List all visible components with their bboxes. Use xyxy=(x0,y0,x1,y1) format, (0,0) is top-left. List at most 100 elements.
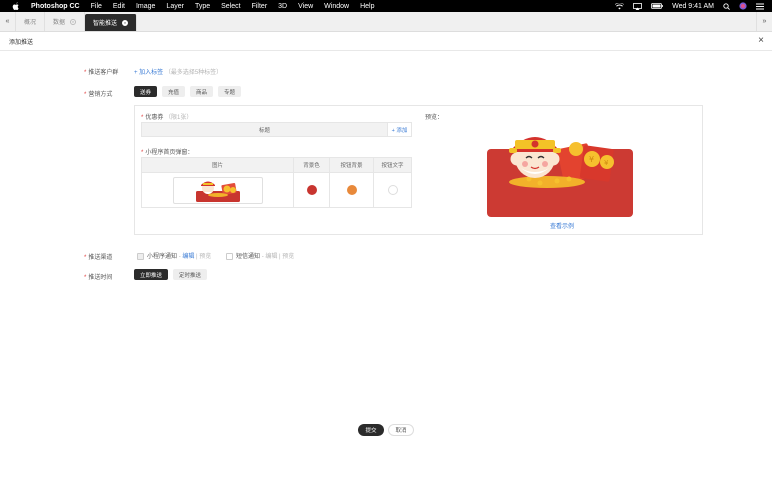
close-icon[interactable]: × xyxy=(70,18,77,25)
marketing-option-coupon[interactable]: 送券 xyxy=(134,86,158,97)
marketing-method-selector: 送券 充值 商品 专题 xyxy=(134,86,242,97)
menu-select[interactable]: Select xyxy=(221,3,240,10)
mini-program-edit-link[interactable]: 编辑 xyxy=(182,254,194,260)
required-marker: * xyxy=(84,255,87,261)
siri-icon[interactable] xyxy=(739,2,747,10)
audience-label-text: 推送客户群 xyxy=(88,70,119,76)
popup-button-bg-cell xyxy=(330,173,374,207)
wifi-icon[interactable] xyxy=(615,2,625,10)
popup-preview-image: ¥ ¥ xyxy=(487,122,635,217)
page-title: 添加推送 xyxy=(9,40,34,46)
popup-col-button-bg: 按钮背景 xyxy=(330,158,374,172)
separator: | xyxy=(279,254,281,260)
svg-text:¥: ¥ xyxy=(589,155,594,164)
bg-color-swatch[interactable] xyxy=(306,185,317,195)
required-marker: * xyxy=(84,70,87,76)
add-coupon-link[interactable]: + 添加 xyxy=(388,123,411,136)
menu-app-name[interactable]: Photoshop CC xyxy=(31,3,80,10)
popup-label-text: 小程序首页弹窗： xyxy=(145,150,194,156)
button-text-color-swatch[interactable] xyxy=(387,185,398,195)
popup-button-text-cell xyxy=(374,173,411,207)
close-icon[interactable]: × xyxy=(758,36,764,46)
required-marker: * xyxy=(141,150,144,156)
tab-scroll-right-icon[interactable]: » xyxy=(756,12,772,31)
audience-hint: （最多选择5种标签） xyxy=(164,70,223,76)
marketing-label: * 营销方式 xyxy=(84,89,112,98)
menu-3d[interactable]: 3D xyxy=(278,3,287,10)
coupon-table: 标题 + 添加 xyxy=(141,122,412,137)
mini-program-preview-link[interactable]: 预览 xyxy=(199,254,211,260)
tab-data[interactable]: 数据 × xyxy=(45,12,86,31)
separator: - xyxy=(261,254,264,260)
mac-menu-bar: Photoshop CC File Edit Image Layer Type … xyxy=(0,0,772,12)
button-bg-color-swatch[interactable] xyxy=(346,185,357,195)
add-tag-link[interactable]: + 加入标签 xyxy=(134,70,163,76)
menu-clock[interactable]: Wed 9:41 AM xyxy=(672,3,714,10)
channel-mini-program: 小程序通知 - 编辑 | 预览 xyxy=(137,251,211,260)
channel-label-text: 推送渠道 xyxy=(88,255,113,261)
apple-icon[interactable] xyxy=(12,1,21,11)
cancel-button[interactable]: 取消 xyxy=(388,424,414,436)
separator: - xyxy=(178,254,181,260)
tab-overview[interactable]: 概况 xyxy=(16,12,46,31)
popup-col-image: 图片 xyxy=(142,158,294,172)
tab-smart-push[interactable]: 智能推送 × xyxy=(85,14,138,31)
svg-text:¥: ¥ xyxy=(604,159,609,167)
menu-help[interactable]: Help xyxy=(360,3,374,10)
tab-strip: « 概况 数据 × 智能推送 × » xyxy=(0,12,772,32)
push-time-selector: 立即推送 定时推送 xyxy=(134,269,208,280)
sms-checkbox[interactable] xyxy=(226,252,233,260)
menu-filter[interactable]: Filter xyxy=(252,3,268,10)
menu-file[interactable]: File xyxy=(91,3,102,10)
popup-table: 图片 背景色 按钮背景 按钮文字 xyxy=(141,157,412,208)
required-marker: * xyxy=(84,92,87,98)
audience-field: + 加入标签 （最多选择5种标签） xyxy=(134,67,222,76)
popup-thumbnail-image xyxy=(195,181,240,202)
marketing-option-topic[interactable]: 专题 xyxy=(218,86,242,97)
time-label-text: 推送时间 xyxy=(88,275,113,281)
mini-program-label: 小程序通知 xyxy=(147,254,178,260)
popup-col-button-text: 按钮文字 xyxy=(381,163,404,169)
menu-layer[interactable]: Layer xyxy=(166,3,184,10)
sms-preview-link[interactable]: 预览 xyxy=(282,254,294,260)
menu-window[interactable]: Window xyxy=(324,3,349,10)
tab-label: 概况 xyxy=(24,20,37,26)
popup-col-bg-color: 背景色 xyxy=(294,158,330,172)
submit-button[interactable]: 提交 xyxy=(358,424,384,436)
preview-label: 预览： xyxy=(425,115,444,121)
sms-label: 短信通知 xyxy=(236,254,261,260)
tab-label: 数据 xyxy=(53,20,66,26)
tab-scroll-left-icon[interactable]: « xyxy=(0,12,16,31)
coupon-label: * 优惠券 （限1张） xyxy=(141,112,192,121)
popup-image-cell xyxy=(142,173,294,207)
separator: | xyxy=(196,254,198,260)
tab-label: 智能推送 xyxy=(93,21,118,27)
battery-icon[interactable] xyxy=(651,3,663,9)
audience-label: * 推送客户群 xyxy=(84,67,118,76)
menu-edit[interactable]: Edit xyxy=(113,3,125,10)
required-marker: * xyxy=(84,275,87,281)
popup-image-thumbnail[interactable] xyxy=(172,176,263,204)
menu-type[interactable]: Type xyxy=(195,3,210,10)
marketing-label-text: 营销方式 xyxy=(88,92,113,98)
marketing-option-recharge[interactable]: 充值 xyxy=(162,86,186,97)
channel-sms: 短信通知 - 编辑 | 预览 xyxy=(226,251,294,260)
menu-view[interactable]: View xyxy=(298,3,313,10)
spotlight-search-icon[interactable] xyxy=(723,2,730,10)
god-of-wealth-illustration: ¥ ¥ xyxy=(487,137,633,217)
view-example-link[interactable]: 查看示例 xyxy=(550,221,574,230)
marketing-option-product[interactable]: 商品 xyxy=(190,86,214,97)
notification-center-icon[interactable] xyxy=(756,3,764,10)
scheduled-push-option[interactable]: 定时推送 xyxy=(173,269,208,280)
push-now-option[interactable]: 立即推送 xyxy=(134,269,169,280)
channel-label: * 推送渠道 xyxy=(84,252,112,261)
close-icon[interactable]: × xyxy=(122,19,129,26)
popup-bg-color-cell xyxy=(294,173,330,207)
menu-image[interactable]: Image xyxy=(136,3,155,10)
coupon-hint: （限1张） xyxy=(165,115,193,121)
sms-edit-link[interactable]: 编辑 xyxy=(265,254,277,260)
coupon-label-text: 优惠券 xyxy=(145,115,164,121)
airplay-icon[interactable] xyxy=(633,2,642,10)
marketing-config-panel: * 优惠券 （限1张） 标题 + 添加 * 小程序首页弹窗： 图片 背景色 按钮背景… xyxy=(134,105,703,235)
mini-program-checkbox[interactable] xyxy=(137,252,144,260)
